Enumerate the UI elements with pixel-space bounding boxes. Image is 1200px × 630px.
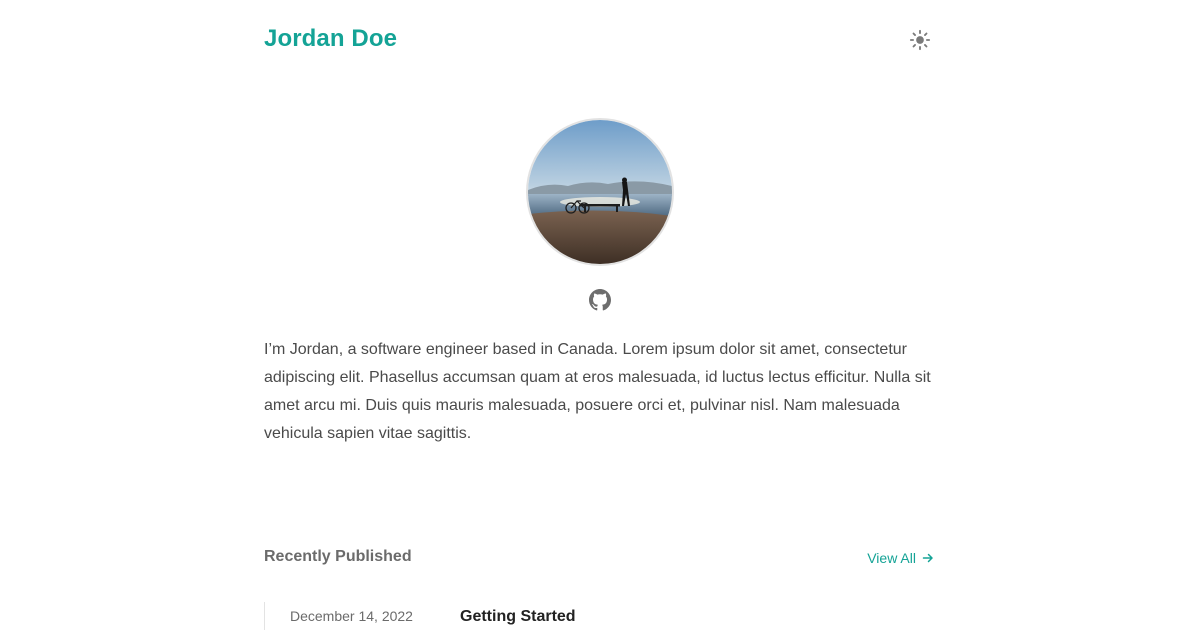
- post-list-item: December 14, 2022 Getting Started: [264, 602, 934, 630]
- sun-icon: [909, 29, 931, 51]
- post-date: December 14, 2022: [290, 608, 413, 624]
- post-list: December 14, 2022 Getting Started: [264, 602, 934, 630]
- recently-published-heading: Recently Published: [264, 548, 412, 565]
- theme-toggle-button[interactable]: [908, 28, 932, 52]
- view-all-link[interactable]: View All: [867, 550, 934, 566]
- view-all-label: View All: [867, 550, 916, 566]
- main-container: Jordan Doe I’m Jordan, a software engine…: [264, 0, 934, 630]
- github-link[interactable]: [589, 289, 611, 311]
- site-title-link[interactable]: Jordan Doe: [264, 25, 397, 53]
- bio-text: I’m Jordan, a software engineer based in…: [264, 341, 931, 442]
- avatar-photo: [528, 120, 672, 264]
- page: Jordan Doe I’m Jordan, a software engine…: [0, 0, 1200, 630]
- avatar: [526, 118, 674, 266]
- post-title-link[interactable]: Getting Started: [460, 608, 576, 626]
- github-icon: [589, 289, 611, 311]
- arrow-right-icon: [922, 553, 933, 563]
